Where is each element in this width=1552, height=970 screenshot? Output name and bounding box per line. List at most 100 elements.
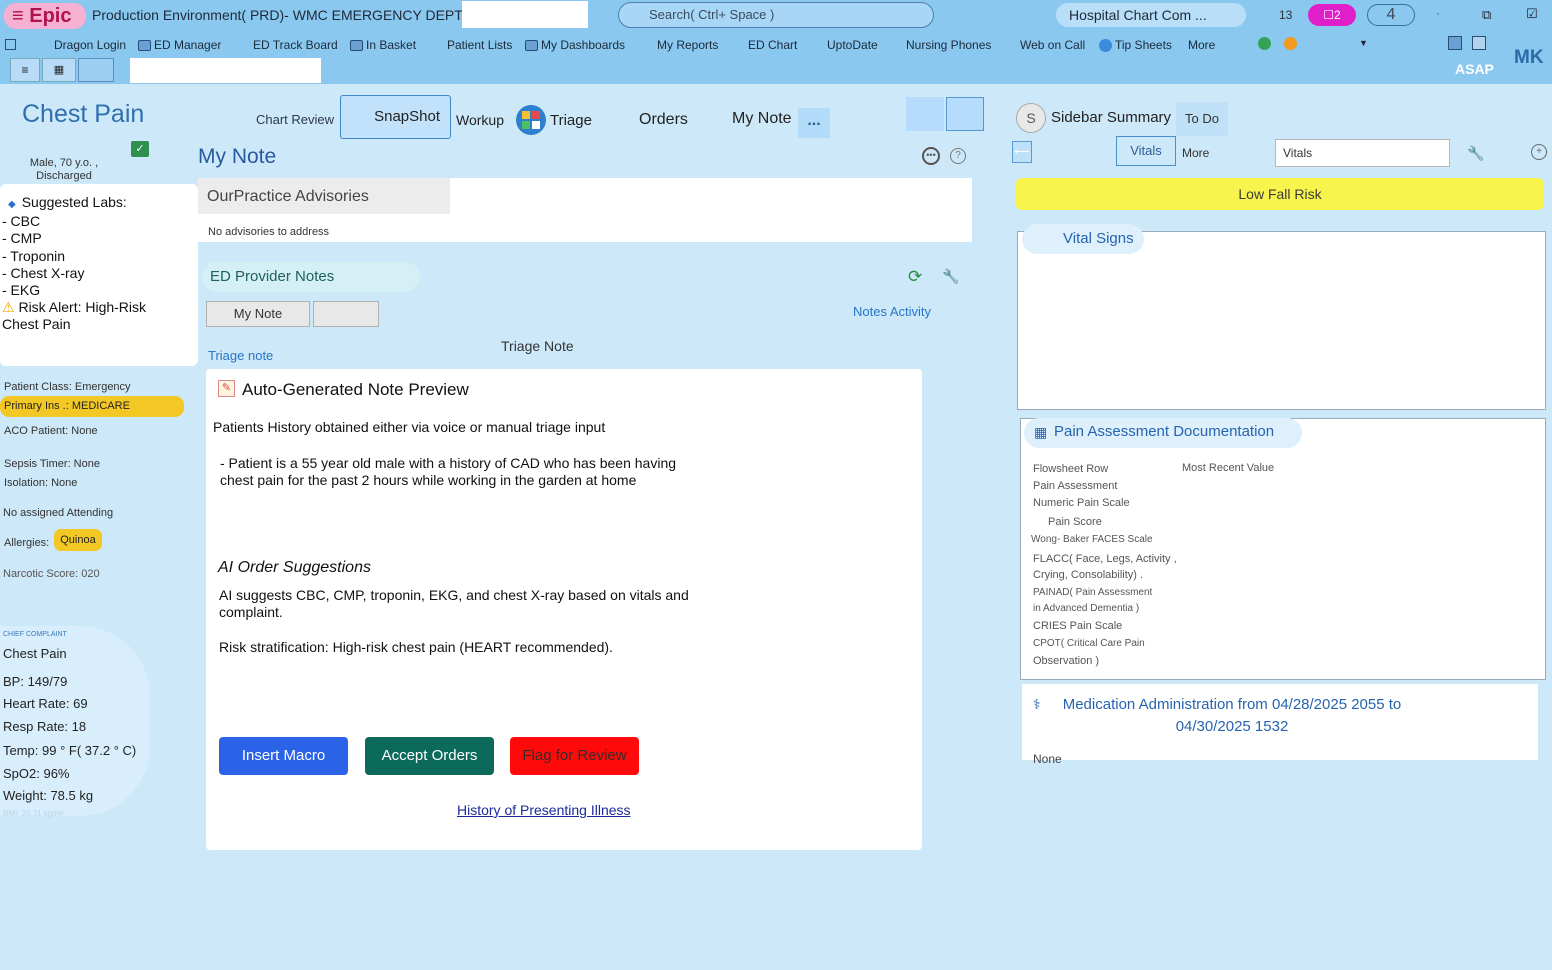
count-label: 13 (1279, 8, 1293, 22)
epic-label: Epic (29, 5, 72, 27)
download-icon[interactable] (1448, 36, 1462, 50)
menu-uptodate[interactable]: UptoDate (827, 37, 878, 53)
notes-activity-link[interactable]: Notes Activity (853, 304, 931, 319)
tab-snapshot[interactable]: SnapShot (340, 95, 451, 139)
more-tabs-button[interactable]: ... (798, 108, 830, 138)
triage-icon-cell (522, 121, 530, 129)
warning-icon: ⚠ (2, 299, 15, 316)
menu-my-dashboards[interactable]: My Dashboards (525, 37, 625, 53)
app-menu-icon[interactable] (5, 39, 16, 50)
advisories-title: OurPractice Advisories (198, 178, 450, 214)
tab-workup[interactable]: Workup (456, 112, 504, 128)
allergy-badge[interactable]: Quinoa (54, 529, 102, 551)
isolation-status: Isolation: None (4, 477, 78, 489)
primary-insurance-badge: Primary Ins .: MEDICARE (0, 396, 184, 417)
lab-item: - Chest X-ray (2, 264, 85, 281)
context-field[interactable] (462, 1, 588, 28)
calendar-icon[interactable]: ▦ (42, 58, 76, 82)
tab-triage[interactable]: Triage (550, 112, 592, 129)
patient-demographics: Male, 70 y.o. , Discharged (29, 157, 99, 182)
menu-more[interactable]: More (1188, 37, 1215, 53)
activity-slot-1[interactable] (906, 97, 944, 131)
tab-chart-review[interactable]: Chart Review (256, 112, 334, 127)
triage-note-link[interactable]: Triage note (208, 348, 273, 363)
todo-tab[interactable]: To Do (1176, 102, 1228, 136)
globe-icon[interactable] (1258, 37, 1271, 50)
menu-web-on-call[interactable]: Web on Call (1020, 37, 1085, 53)
sidebar-wrench-icon[interactable]: 🔧 (1467, 145, 1484, 162)
tab-my-note[interactable]: My Note (732, 110, 792, 128)
restore-icon[interactable]: ⧉ (1482, 7, 1491, 23)
my-note-button[interactable]: My Note (206, 301, 310, 327)
chevron-down-icon[interactable]: ▼ (1359, 38, 1368, 48)
refresh-icon[interactable]: ⟳ (908, 267, 922, 287)
search-placeholder: Search( Ctrl+ Space ) (649, 7, 775, 22)
clock-icon[interactable] (1284, 37, 1297, 50)
pain-assessment-title[interactable]: Pain Assessment Documentation (1024, 418, 1302, 448)
risk-alert-text-2: Chest Pain (2, 316, 71, 333)
environment-title: Production Environment( PRD)- WMC EMERGE… (92, 7, 463, 23)
menu-label: Web on Call (1020, 38, 1086, 52)
toolbar-slot[interactable] (78, 58, 114, 82)
user-initials[interactable]: MK (1514, 47, 1544, 69)
flag-review-button[interactable]: Flag for Review (510, 737, 639, 775)
menu-ed-chart[interactable]: ED Chart (748, 37, 797, 53)
history-line: Patients History obtained either via voi… (213, 419, 606, 435)
search-input[interactable]: Search( Ctrl+ Space ) (618, 2, 934, 28)
zoom-icon[interactable]: + (1531, 144, 1547, 160)
triage-note-label: Triage Note (501, 338, 574, 354)
menu-label: More (1188, 38, 1216, 52)
options-icon[interactable]: ••• (922, 147, 940, 165)
notifications-badge[interactable]: 4 (1367, 4, 1415, 26)
menu-dragon-login[interactable]: Dragon Login (54, 37, 126, 53)
logout-icon[interactable] (1472, 36, 1486, 50)
checklist-icon[interactable]: ✓ (131, 141, 149, 157)
menu-label: ED Manager (154, 38, 222, 52)
medication-title-line2: 04/30/2025 1532 (1175, 718, 1289, 735)
vital-signs-title[interactable]: Vital Signs (1022, 224, 1144, 254)
activity-slot-2[interactable] (946, 97, 984, 131)
hospital-chart-combo[interactable]: Hospital Chart Com ... (1056, 3, 1246, 27)
vital-signs-panel (1017, 231, 1546, 410)
accept-orders-button[interactable]: Accept Orders (365, 737, 494, 775)
diamond-icon: ◆ (8, 199, 16, 210)
vital-resp-rate: Resp Rate: 18 (3, 719, 87, 734)
menu-tip-sheets[interactable]: Tip Sheets (1099, 37, 1172, 53)
menu-label: Patient Lists (447, 38, 513, 52)
menu-ed-track-board[interactable]: ED Track Board (253, 37, 338, 53)
list-view-icon[interactable]: ≡ (10, 58, 40, 82)
tab-orders[interactable]: Orders (639, 111, 688, 129)
menu-my-reports[interactable]: My Reports (657, 37, 718, 53)
messages-count: 2 (1334, 8, 1341, 22)
sidebar-view-select[interactable]: Vitals (1275, 139, 1450, 167)
minimize-icon[interactable]: · (1436, 6, 1440, 20)
menu-ed-manager[interactable]: ED Manager (138, 37, 221, 53)
note-filter-button[interactable] (313, 301, 379, 327)
back-arrow-icon[interactable]: ⟵ (1012, 141, 1032, 163)
messages-badge[interactable]: ☐2 (1308, 4, 1356, 26)
help-icon[interactable]: ? (950, 148, 966, 164)
menu-label: In Basket (366, 38, 417, 52)
ai-suggestion-line1: AI suggests CBC, CMP, troponin, EKG, and… (219, 587, 689, 603)
pain-column-flowsheet: Flowsheet Row (1033, 463, 1109, 475)
menu-nursing-phones[interactable]: Nursing Phones (906, 37, 991, 53)
risk-stratification: Risk stratification: High-risk chest pai… (219, 639, 613, 655)
menu-patient-lists[interactable]: Patient Lists (447, 37, 512, 53)
wrench-icon[interactable]: 🔧 (942, 268, 959, 285)
pain-column-recent: Most Recent Value (1182, 462, 1275, 474)
more-tab[interactable]: More (1182, 146, 1209, 160)
medication-admin-title[interactable]: Medication Administration from 04/28/202… (1032, 694, 1432, 738)
insert-macro-button[interactable]: Insert Macro (219, 737, 348, 775)
toolbar-field[interactable] (130, 58, 321, 83)
sidebar-title: Sidebar Summary (1051, 109, 1172, 126)
vitals-tab[interactable]: Vitals (1116, 136, 1176, 166)
epic-menu-button[interactable]: ≡ Epic (4, 3, 86, 29)
asap-label[interactable]: ASAP (1455, 61, 1494, 77)
lab-item: - CMP (2, 230, 42, 247)
close-window-icon[interactable]: ☑ (1526, 6, 1538, 22)
pain-row: Pain Assessment (1033, 480, 1118, 492)
pain-row: Wong- Baker FACES Scale (1031, 534, 1153, 545)
menu-label: UptoDate (827, 38, 878, 52)
menu-in-basket[interactable]: In Basket (350, 37, 416, 53)
hpi-link[interactable]: History of Presenting Illness (457, 802, 631, 818)
